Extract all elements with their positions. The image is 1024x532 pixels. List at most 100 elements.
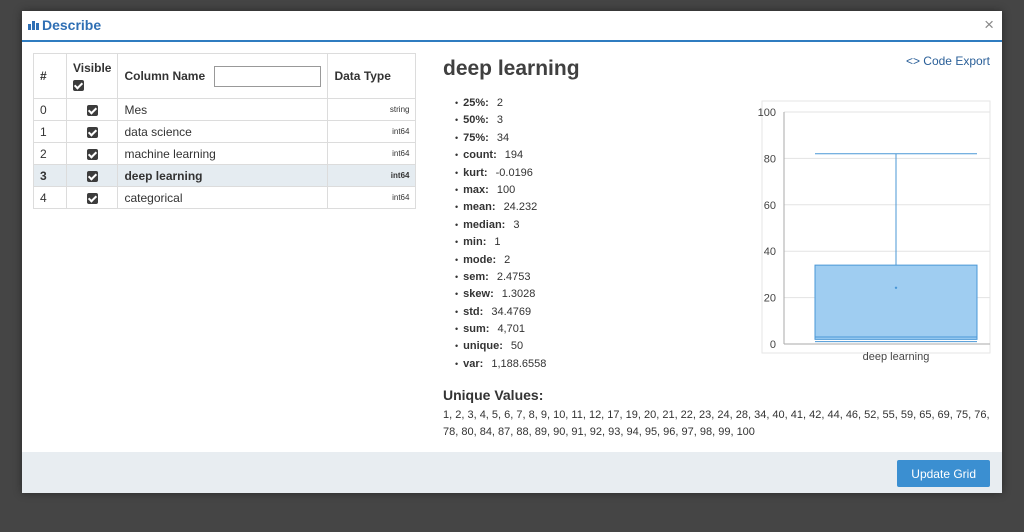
- stat-value: 50: [510, 340, 524, 353]
- header-num[interactable]: #: [33, 53, 67, 99]
- y-tick-label: 100: [758, 107, 776, 119]
- visible-checkbox[interactable]: [86, 192, 98, 204]
- table-row[interactable]: 2 machine learning int64: [33, 142, 417, 165]
- code-export-label: Code Export: [923, 54, 990, 68]
- stat-item: max: 100: [455, 182, 546, 199]
- stat-value: 2: [504, 253, 511, 266]
- row-column-name: data science: [117, 120, 329, 143]
- table-row[interactable]: 1 data science int64: [33, 120, 417, 143]
- stat-item: count: 194: [455, 147, 546, 164]
- visible-checkbox-cell: [65, 186, 119, 209]
- stat-label: mean:: [463, 201, 496, 214]
- stat-label: kurt:: [463, 166, 488, 179]
- row-data-type: string: [327, 98, 417, 121]
- stat-value: 34: [496, 131, 510, 144]
- row-num: 3: [33, 164, 67, 187]
- table-row[interactable]: 4 categorical int64: [33, 186, 417, 209]
- stat-label: 50%:: [463, 114, 489, 127]
- header-column-name: Column Name: [117, 53, 329, 99]
- row-data-type: int64: [327, 164, 417, 187]
- visible-checkbox[interactable]: [86, 104, 98, 116]
- row-num: 2: [33, 142, 67, 165]
- column-filter-input[interactable]: [214, 65, 322, 87]
- y-tick-label: 80: [764, 153, 776, 165]
- row-column-name: deep learning: [117, 164, 329, 187]
- header-visible-label: Visible: [73, 61, 112, 76]
- unique-values-title: Unique Values:: [443, 387, 544, 403]
- stat-label: 75%:: [463, 131, 489, 144]
- modal-title-text: Describe: [42, 17, 102, 33]
- row-num: 4: [33, 186, 67, 209]
- visible-checkbox-cell: [65, 98, 119, 121]
- stat-value: 24.232: [503, 201, 538, 214]
- stat-value: 1: [494, 236, 501, 249]
- y-tick-label: 20: [764, 293, 776, 305]
- stat-label: unique:: [463, 340, 503, 353]
- stat-item: var: 1,188.6558: [455, 356, 546, 373]
- stat-item: sem: 2.4753: [455, 269, 546, 286]
- row-num: 0: [33, 98, 67, 121]
- column-title: deep learning: [443, 57, 580, 80]
- stat-value: 100: [496, 183, 516, 196]
- close-icon[interactable]: ×: [984, 15, 994, 35]
- stat-item: min: 1: [455, 234, 546, 251]
- describe-modal: Describe × # Visible Column Name Data Ty…: [22, 11, 1002, 493]
- modal-title: Describe: [28, 17, 101, 33]
- table-row[interactable]: 0 Mes string: [33, 98, 417, 121]
- row-data-type: int64: [327, 120, 417, 143]
- mean-marker: [894, 286, 898, 289]
- stat-item: sum: 4,701: [455, 321, 546, 338]
- stat-label: min:: [463, 236, 487, 249]
- stat-label: mode:: [463, 253, 497, 266]
- stat-label: var:: [463, 357, 484, 370]
- code-export-link[interactable]: <> Code Export: [906, 54, 990, 68]
- table-body: 0 Mes string 1 data science int64 2 machine lea…: [33, 98, 417, 209]
- stat-item: std: 34.4769: [455, 304, 546, 321]
- box-plot: 0 20 40 60 80 100 deep learning: [758, 100, 991, 363]
- y-tick-label: 40: [764, 246, 776, 258]
- stat-label: median:: [463, 218, 506, 231]
- stat-value: 2: [496, 97, 503, 109]
- x-category-label: deep learning: [863, 351, 930, 363]
- visible-checkbox-cell: [65, 142, 119, 165]
- columns-table: # Visible Column Name Data Type 0 Mes stri…: [33, 53, 417, 209]
- table-header-row: # Visible Column Name Data Type: [33, 53, 417, 99]
- stat-label: max:: [463, 183, 489, 196]
- visible-checkbox[interactable]: [86, 170, 98, 182]
- unique-values-list: 1, 2, 3, 4, 5, 6, 7, 8, 9, 10, 11, 12, 1…: [443, 409, 990, 438]
- stat-value: -0.0196: [495, 166, 533, 179]
- stat-label: 25%:: [463, 97, 489, 109]
- stat-item: unique: 50: [455, 338, 546, 355]
- stat-value: 1.3028: [501, 288, 536, 301]
- stat-item: mode: 2: [455, 252, 546, 269]
- header-column-name-label[interactable]: Column Name: [124, 69, 205, 83]
- row-num: 1: [33, 120, 67, 143]
- header-data-type[interactable]: Data Type: [327, 53, 417, 99]
- toggle-all-checkbox[interactable]: [73, 79, 84, 91]
- update-grid-button[interactable]: Update Grid: [897, 460, 990, 487]
- row-data-type: int64: [327, 186, 417, 209]
- row-data-type: int64: [327, 142, 417, 165]
- stat-value: 2.4753: [496, 270, 531, 283]
- y-tick-label: 0: [770, 339, 776, 351]
- stat-label: sem:: [463, 270, 489, 283]
- stat-value: 4,701: [497, 323, 525, 336]
- code-brackets-icon: <>: [905, 54, 920, 68]
- visible-checkbox[interactable]: [86, 126, 98, 138]
- stat-value: 3: [513, 218, 520, 231]
- stat-label: count:: [463, 149, 497, 162]
- table-row[interactable]: 3 deep learning int64: [33, 164, 417, 187]
- modal-footer: Update Grid: [22, 452, 1002, 493]
- header-visible[interactable]: Visible: [65, 53, 119, 99]
- visible-checkbox-cell: [65, 164, 119, 187]
- stat-item: median: 3: [455, 217, 546, 234]
- visible-checkbox[interactable]: [86, 148, 98, 160]
- stat-label: std:: [463, 305, 484, 318]
- modal-header: Describe ×: [22, 11, 1002, 42]
- stat-item: 75%: 34: [455, 130, 546, 147]
- stat-item: 50%: 3: [455, 112, 546, 129]
- stat-value: 34.4769: [491, 305, 532, 318]
- stat-value: 3: [496, 114, 503, 127]
- row-column-name: machine learning: [117, 142, 329, 165]
- stat-item: 25%: 2: [455, 95, 546, 112]
